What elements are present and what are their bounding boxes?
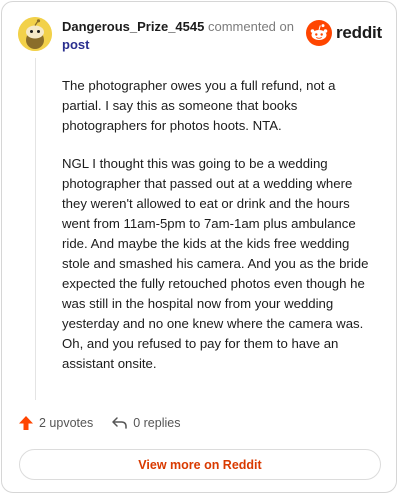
action-text: commented on bbox=[207, 19, 294, 34]
reddit-logo-icon bbox=[305, 20, 332, 46]
comment-paragraph: The photographer owes you a full refund,… bbox=[62, 78, 336, 133]
replies-button[interactable]: 0 replies bbox=[111, 415, 180, 431]
upvotes-count: 2 upvotes bbox=[39, 416, 94, 430]
upvote-button[interactable]: 2 upvotes bbox=[18, 415, 93, 431]
reddit-logo[interactable]: reddit bbox=[305, 20, 382, 46]
view-more-button[interactable]: View more on Reddit bbox=[19, 449, 381, 480]
logo-text: reddit bbox=[335, 23, 382, 42]
comment-card: Dangerous_Prize_4545 commented on post r… bbox=[1, 1, 397, 493]
reply-arrow-icon bbox=[112, 417, 127, 429]
avatar[interactable] bbox=[18, 17, 52, 51]
username[interactable]: Dangerous_Prize_4545 bbox=[62, 19, 204, 34]
comment-actions: 2 upvotes 0 replies bbox=[18, 415, 180, 431]
post-link[interactable]: post bbox=[62, 36, 302, 54]
comment-paragraph: NGL I thought this was going to be a wed… bbox=[62, 156, 369, 371]
snoo-avatar-icon bbox=[18, 17, 52, 51]
upvote-arrow-icon bbox=[19, 416, 33, 430]
replies-count: 0 replies bbox=[133, 416, 181, 430]
thread-line[interactable] bbox=[35, 58, 36, 400]
comment-body: The photographer owes you a full refund,… bbox=[62, 76, 378, 392]
comment-header: Dangerous_Prize_4545 commented on post bbox=[62, 18, 302, 54]
